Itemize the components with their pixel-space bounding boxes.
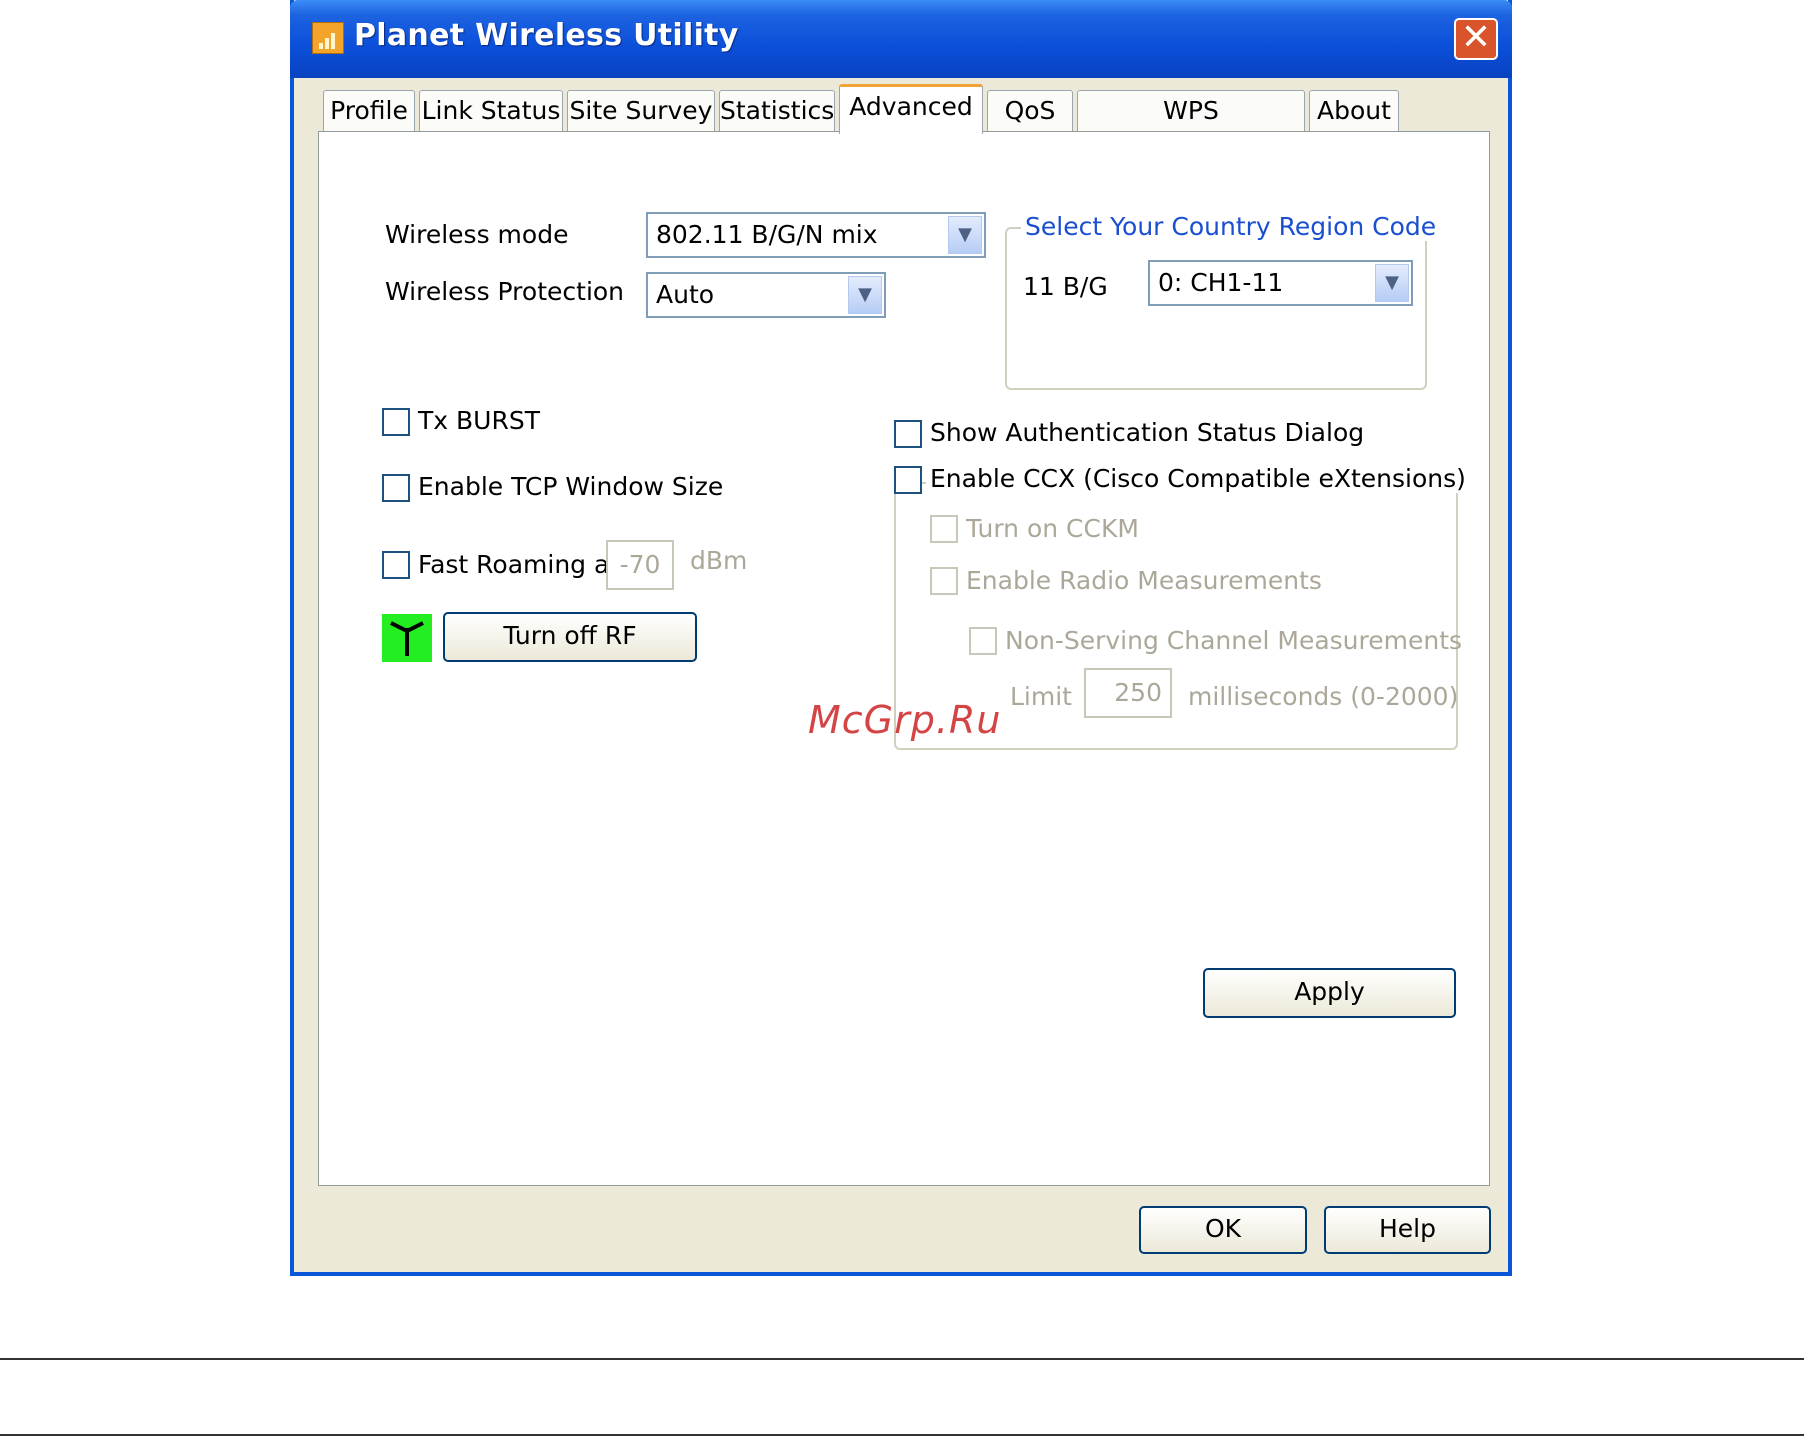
tab-wps-configuration[interactable]: WPS Configuration <box>1077 90 1305 165</box>
cckm-checkbox[interactable] <box>930 515 958 543</box>
non-serving-channel-checkbox[interactable] <box>969 627 997 655</box>
chevron-down-icon[interactable]: ▼ <box>1375 264 1409 302</box>
turn-off-rf-button[interactable]: Turn off RF <box>443 612 697 662</box>
tx-burst-checkbox[interactable] <box>382 408 410 436</box>
tab-link-status[interactable]: Link Status <box>419 90 563 132</box>
wireless-mode-value: 802.11 B/G/N mix <box>656 220 878 249</box>
wireless-protection-label: Wireless Protection <box>385 277 625 306</box>
show-auth-status-label: Show Authentication Status Dialog <box>930 418 1365 447</box>
non-serving-channel-label: Non-Serving Channel Measurements <box>1005 626 1463 655</box>
country-region-value: 0: CH1-11 <box>1158 268 1284 297</box>
ok-button[interactable]: OK <box>1139 1206 1307 1254</box>
country-region-group <box>1005 227 1427 390</box>
tcp-window-label: Enable TCP Window Size <box>418 472 724 501</box>
tab-site-survey[interactable]: Site Survey <box>567 90 715 132</box>
antenna-icon <box>382 614 432 662</box>
close-icon: ✕ <box>1460 17 1492 58</box>
tab-profile[interactable]: Profile <box>323 90 415 132</box>
window-title: Planet Wireless Utility <box>354 18 739 53</box>
page-divider-top <box>0 1358 1804 1360</box>
close-button[interactable]: ✕ <box>1454 18 1498 60</box>
wireless-protection-select[interactable]: Auto ▼ <box>646 272 886 318</box>
tab-qos[interactable]: QoS <box>987 90 1073 132</box>
show-auth-status-checkbox[interactable] <box>894 420 922 448</box>
chevron-down-icon[interactable]: ▼ <box>948 216 982 254</box>
page-divider-bottom <box>0 1434 1804 1436</box>
limit-unit-label: milliseconds (0-2000) <box>1188 682 1459 711</box>
chevron-down-icon[interactable]: ▼ <box>848 276 882 314</box>
wireless-signal-icon <box>312 22 344 54</box>
watermark: McGrp.Ru <box>808 698 1002 742</box>
cckm-label: Turn on CCKM <box>966 514 1139 543</box>
limit-label: Limit <box>1010 682 1072 711</box>
tab-about[interactable]: About <box>1309 90 1399 132</box>
tx-burst-label: Tx BURST <box>418 406 540 435</box>
tab-advanced[interactable]: Advanced <box>839 84 983 134</box>
title-bar[interactable]: Planet Wireless Utility ✕ <box>290 0 1512 78</box>
fast-roaming-checkbox[interactable] <box>382 551 410 579</box>
ccx-checkbox[interactable] <box>894 466 922 494</box>
wireless-protection-value: Auto <box>656 280 715 309</box>
fast-roaming-threshold-input[interactable]: -70 <box>606 540 674 590</box>
band-label: 11 B/G <box>1023 272 1108 301</box>
apply-button[interactable]: Apply <box>1203 968 1456 1018</box>
radio-measurements-label: Enable Radio Measurements <box>966 566 1322 595</box>
country-region-select[interactable]: 0: CH1-11 ▼ <box>1148 260 1413 306</box>
ccx-label: Enable CCX (Cisco Compatible eXtensions) <box>926 464 1470 493</box>
limit-input[interactable]: 250 <box>1084 668 1172 718</box>
tab-statistics[interactable]: Statistics <box>719 90 835 132</box>
radio-measurements-checkbox[interactable] <box>930 567 958 595</box>
fast-roaming-label: Fast Roaming at <box>418 550 620 579</box>
help-button[interactable]: Help <box>1324 1206 1491 1254</box>
dbm-unit-label: dBm <box>690 546 748 575</box>
country-region-legend: Select Your Country Region Code <box>1021 212 1441 241</box>
tcp-window-checkbox[interactable] <box>382 474 410 502</box>
wireless-mode-select[interactable]: 802.11 B/G/N mix ▼ <box>646 212 986 258</box>
wireless-mode-label: Wireless mode <box>385 220 569 249</box>
